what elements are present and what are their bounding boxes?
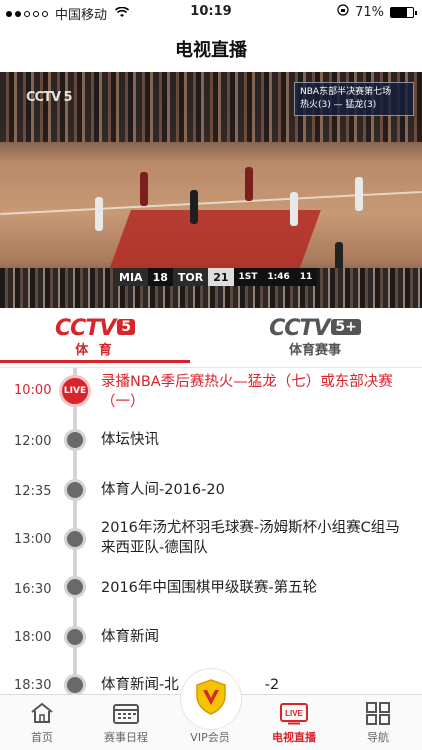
page-title: 电视直播 [175,40,247,61]
video-player-figure [355,177,363,211]
timeline-node-icon [64,576,86,598]
schedule-time: 18:00 [14,630,52,645]
video-player-figure [245,167,253,201]
video-channel-logo: CCTV 5 [26,90,73,105]
score-clock: 1:46 [262,268,295,286]
video-player-figure [95,197,103,231]
timeline-node-icon [64,674,86,694]
score-value2: 21 [208,268,234,286]
channel-tab-cctv5-plus[interactable]: CCTV 5+ 体育赛事 [220,316,410,368]
calendar-icon [84,695,168,725]
live-tv-icon-text: LIVE [285,709,303,718]
schedule-program: 体育新闻 [101,629,159,645]
timeline-node-icon [64,479,86,501]
grid-icon [336,695,420,725]
home-icon [0,695,84,725]
schedule-time: 16:30 [14,582,52,597]
score-value1: 18 [147,268,173,286]
schedule-time: 12:35 [14,484,52,499]
tab-schedule-label: 赛事日程 [104,731,148,744]
tab-vip-label: VIP会员 [190,731,230,744]
schedule-program: 2016年汤尤杯羽毛球赛-汤姆斯杯小组赛C组马来西亚队-德国队 [101,520,400,556]
score-team1: MIA [114,268,148,286]
cctv5-subtitle: 体 育 [75,343,115,358]
schedule-time: 12:00 [14,434,52,449]
battery-percent: 71% [355,4,384,20]
schedule-item[interactable]: 18:00 体育新闻 [0,626,422,666]
cctv5-plus-subtitle: 体育赛事 [288,343,341,358]
video-player-figure [140,172,148,206]
live-badge-icon: LIVE [59,375,91,407]
schedule-time: 10:00 [14,383,52,398]
schedule-time: 13:00 [14,532,52,547]
tab-home-label: 首页 [31,731,53,744]
schedule-program: 2016年中国围棋甲级联赛-第五轮 [101,580,318,596]
tab-navigation-label: 导航 [367,731,389,744]
score-team2: TOR [172,268,209,286]
schedule-item[interactable]: 12:00 体坛快讯 [0,424,422,464]
schedule-item[interactable]: 13:00 2016年汤尤杯羽毛球赛-汤姆斯杯小组赛C组马来西亚队-德国队 [0,518,422,574]
timeline-node-icon [64,429,86,451]
program-schedule[interactable]: 10:00 LIVE 录播NBA季后赛热火—猛龙（七）或东部决赛（一） 12:0… [0,368,422,694]
schedule-program: 录播NBA季后赛热火—猛龙（七）或东部决赛（一） [101,374,393,410]
schedule-program: 体育人间-2016-20 [101,482,225,498]
channel-tabs: CCTV 5 体 育 CCTV 5+ 体育赛事 [0,308,422,368]
rotation-lock-icon [337,4,349,20]
schedule-item[interactable]: 12:35 体育人间-2016-20 [0,474,422,514]
schedule-item[interactable]: 10:00 LIVE 录播NBA季后赛热火—猛龙（七）或东部决赛（一） [0,368,422,418]
schedule-program: 体育新闻-北 -2 [101,675,406,694]
timeline-node-icon [64,626,86,648]
vip-shield-icon [194,678,228,720]
cctv5-plus-logo: CCTV 5+ [220,316,410,341]
schedule-program-head: 体育新闻-北 [101,677,179,693]
video-info-box: NBA东部半决赛第七场 热火(3) — 猛龙(3) [294,82,414,116]
video-player-figure [290,192,298,226]
channel-tab-underline [0,360,190,363]
timeline-node-icon [64,528,86,550]
score-shot-clock: 11 [294,268,318,286]
live-tv-icon: LIVE [252,695,336,725]
video-player[interactable]: CCTV 5 NBA东部半决赛第七场 热火(3) — 猛龙(3) MIA 18 … [0,72,422,308]
score-quarter: 1ST [233,268,263,286]
tab-live-tv[interactable]: LIVE 电视直播 [252,695,336,750]
cctv5-logo: CCTV 5 [0,316,190,341]
tab-live-tv-label: 电视直播 [272,731,316,744]
video-scoreboard: MIA 18 TOR 21 1ST 1:46 11 [114,268,318,286]
video-info-matchup: 热火(3) — 猛龙(3) [300,100,377,110]
schedule-program: 体坛快讯 [101,432,159,448]
schedule-time: 18:30 [14,678,52,693]
tab-schedule[interactable]: 赛事日程 [84,695,168,750]
video-player-figure [190,190,198,224]
tab-navigation[interactable]: 导航 [336,695,420,750]
video-info-title: NBA东部半决赛第七场 [300,87,392,97]
schedule-program-tail: -2 [264,677,280,693]
schedule-item[interactable]: 16:30 2016年中国围棋甲级联赛-第五轮 [0,576,422,616]
battery-icon [390,6,417,18]
tab-home[interactable]: 首页 [0,695,84,750]
status-bar: 中国移动 10:19 71% [0,0,422,24]
